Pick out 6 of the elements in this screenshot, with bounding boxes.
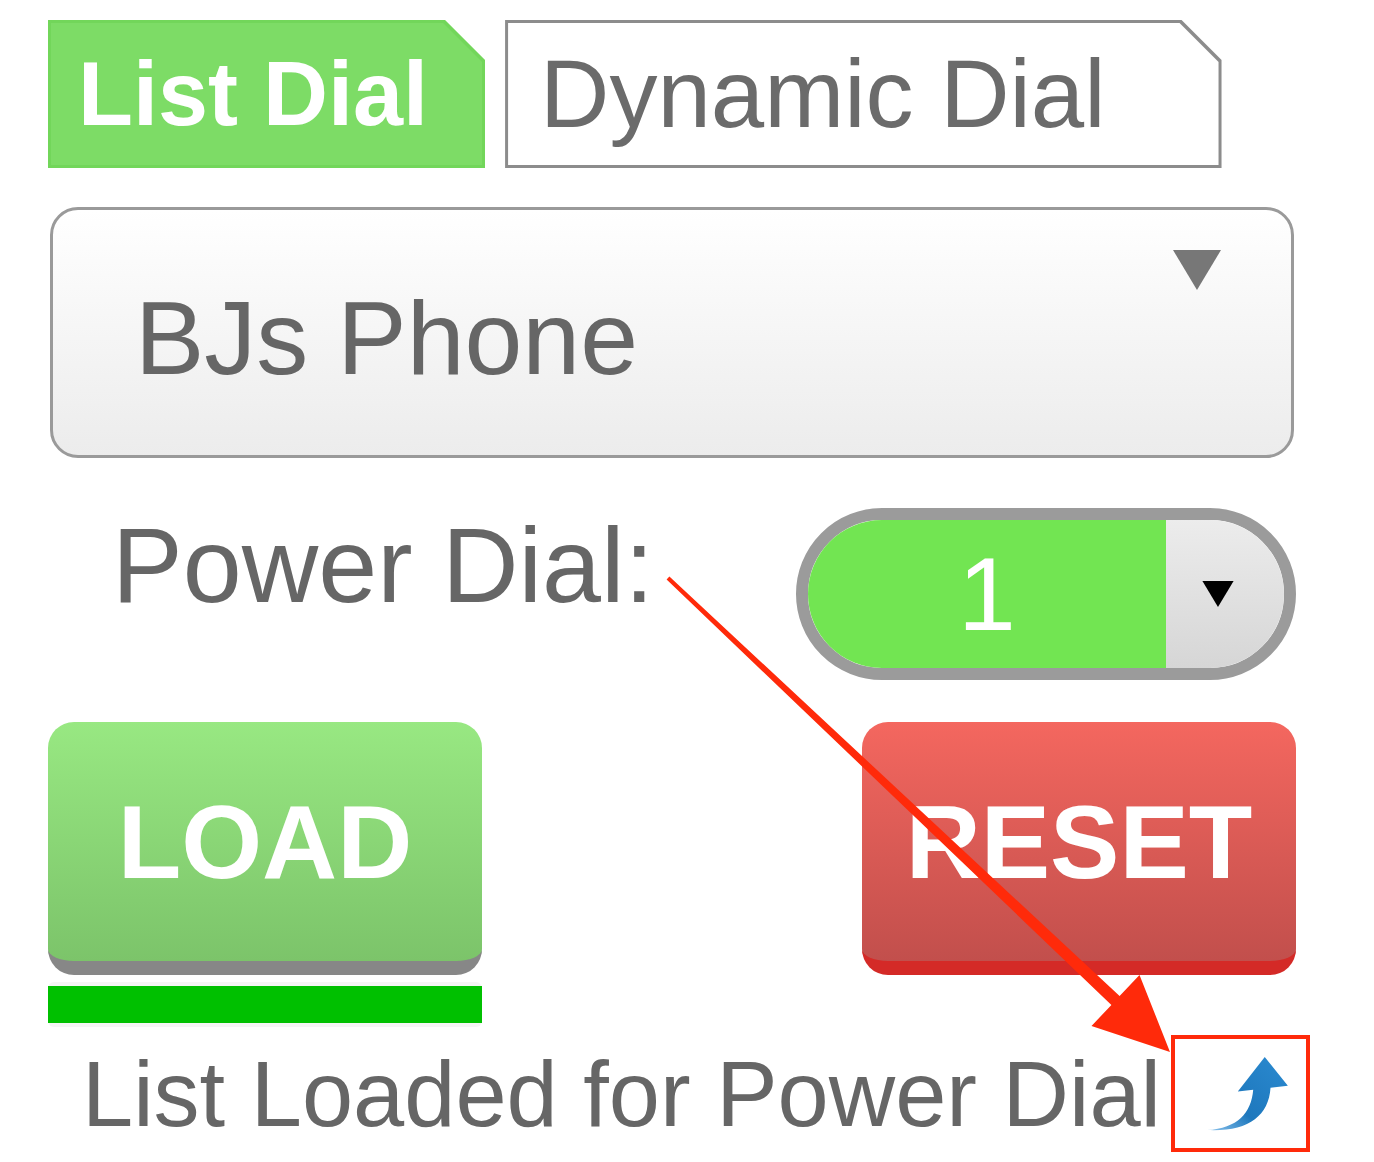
triangle-down-icon — [1173, 250, 1221, 290]
power-dial-label: Power Dial: — [112, 512, 654, 618]
tab[interactable]: Dynamic Dial — [505, 20, 1222, 168]
reset-button[interactable]: RESET — [862, 722, 1296, 975]
list-select[interactable]: BJs Phone — [50, 207, 1294, 458]
status-message: List Loaded for Power Dial — [82, 1047, 1162, 1140]
